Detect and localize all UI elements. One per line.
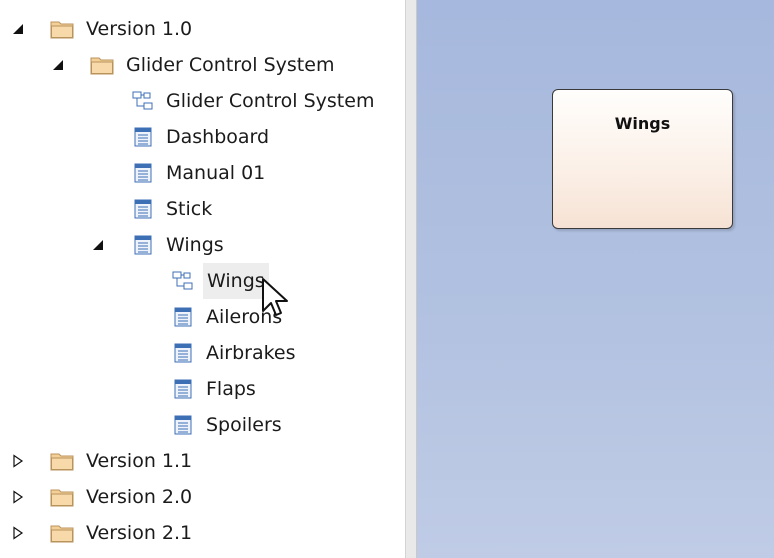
folder-icon	[50, 487, 74, 507]
panel-splitter[interactable]	[405, 0, 417, 558]
tree-item-label: Version 2.1	[86, 522, 193, 544]
tree-item-label: Version 2.0	[86, 486, 193, 508]
folder-icon	[50, 19, 74, 39]
collapsed-triangle-icon[interactable]	[8, 479, 28, 515]
diagram-canvas[interactable]: Wings	[417, 0, 774, 558]
tree-item-flaps[interactable]: Flaps	[0, 371, 405, 407]
element-icon	[174, 379, 196, 399]
element-icon	[134, 199, 156, 219]
tree-item-label: Glider Control System	[166, 90, 375, 112]
tree-item-version-2-0[interactable]: Version 2.0	[0, 479, 405, 515]
collapsed-triangle-icon[interactable]	[8, 515, 28, 551]
folder-icon	[90, 55, 114, 75]
tree-item-version-2-1[interactable]: Version 2.1	[0, 515, 405, 551]
tree-item-wings-diagram[interactable]: Wings	[0, 263, 405, 299]
element-icon	[174, 307, 196, 327]
tree-item-airbrakes[interactable]: Airbrakes	[0, 335, 405, 371]
tree-item-manual-01[interactable]: Manual 01	[0, 155, 405, 191]
tree-item-version-1-1[interactable]: Version 1.1	[0, 443, 405, 479]
element-icon	[174, 415, 196, 435]
tree-item-spoilers[interactable]: Spoilers	[0, 407, 405, 443]
folder-icon	[50, 523, 74, 543]
tree-item-label: Airbrakes	[206, 342, 296, 364]
project-browser-tree: Version 1.0 Glider Control System Glider…	[0, 0, 405, 558]
element-icon	[134, 127, 156, 147]
tree-item-label: Version 1.0	[86, 18, 193, 40]
tree-item-label: Wings	[166, 234, 224, 256]
element-icon	[134, 235, 156, 255]
tree-item-label: Manual 01	[166, 162, 266, 184]
mouse-pointer-icon	[261, 277, 291, 321]
diagram-icon	[132, 91, 154, 111]
collapsed-triangle-icon[interactable]	[8, 443, 28, 479]
tree-item-label: Glider Control System	[126, 54, 335, 76]
tree-item-label: Flaps	[206, 378, 256, 400]
expanded-triangle-icon[interactable]	[48, 47, 68, 83]
tree-item-version-1-0[interactable]: Version 1.0	[0, 11, 405, 47]
tree-item-stick[interactable]: Stick	[0, 191, 405, 227]
element-icon	[174, 343, 196, 363]
tree-item-label: Wings	[203, 263, 269, 299]
element-title: Wings	[614, 114, 671, 133]
tree-item-ailerons[interactable]: Ailerons	[0, 299, 405, 335]
diagram-icon	[172, 271, 194, 291]
tree-item-dashboard[interactable]: Dashboard	[0, 119, 405, 155]
expanded-triangle-icon[interactable]	[8, 11, 28, 47]
tree-item-label: Stick	[166, 198, 213, 220]
tree-item-glider-control-system-diagram[interactable]: Glider Control System	[0, 83, 405, 119]
expanded-triangle-icon[interactable]	[88, 227, 108, 263]
tree-item-label: Spoilers	[206, 414, 282, 436]
tree-item-wings-element[interactable]: Wings	[0, 227, 405, 263]
tree-item-label: Version 1.1	[86, 450, 193, 472]
tree-item-label: Dashboard	[166, 126, 270, 148]
element-icon	[134, 163, 156, 183]
diagram-element-wings[interactable]: Wings	[552, 89, 733, 229]
folder-icon	[50, 451, 74, 471]
tree-item-glider-control-system-package[interactable]: Glider Control System	[0, 47, 405, 83]
